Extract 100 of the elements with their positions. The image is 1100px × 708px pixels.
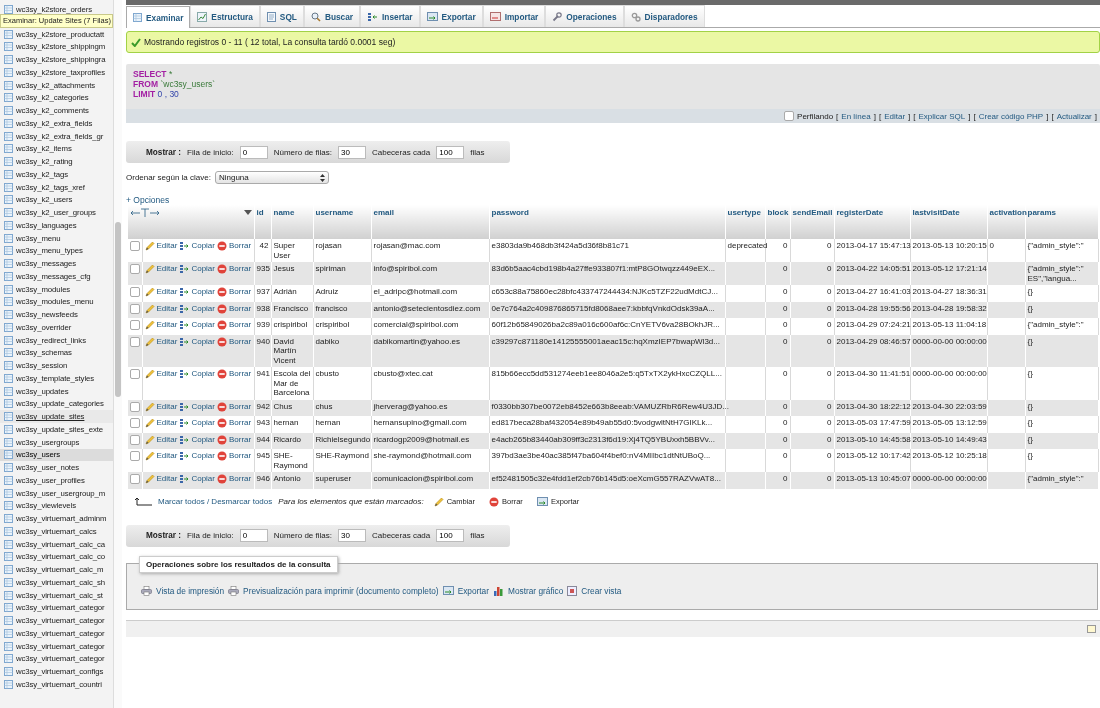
checkbox[interactable] <box>130 474 140 484</box>
checkbox[interactable] <box>130 336 140 347</box>
action-link[interactable]: Borrar <box>217 434 252 445</box>
link[interactable]: Previsualización para imprimir (documento completo) <box>243 585 439 596</box>
bracket-text: [ <box>913 111 916 121</box>
input-field[interactable]: 30 <box>337 529 366 542</box>
tab[interactable]: Operaciones <box>545 5 624 27</box>
sort-select[interactable]: Ninguna <box>214 171 329 184</box>
scrollbar-thumb[interactable] <box>115 222 121 397</box>
action-link[interactable]: Editar <box>144 303 178 314</box>
action-link[interactable]: Editar <box>144 336 178 347</box>
action-link[interactable]: Copiar <box>179 418 215 428</box>
tab[interactable]: Insertar <box>360 5 420 27</box>
link[interactable]: En línea <box>841 111 871 121</box>
action-link[interactable]: Editar <box>144 418 178 428</box>
link[interactable]: Editar <box>884 111 906 121</box>
column-header[interactable]: lastvisitDate <box>910 205 987 239</box>
link[interactable]: Mostrar gráfico <box>508 585 564 596</box>
action-link[interactable]: Copiar <box>179 369 215 379</box>
action-link[interactable]: Editar <box>144 474 178 484</box>
input-field[interactable]: 100 <box>436 145 465 159</box>
checkbox[interactable] <box>130 451 140 461</box>
export-icon <box>536 496 548 507</box>
link[interactable]: Explicar SQL <box>918 111 966 121</box>
tab[interactable]: SQL <box>259 5 304 27</box>
checkbox[interactable] <box>130 418 140 428</box>
action-link[interactable]: Editar <box>144 451 178 461</box>
tab[interactable]: Estructura <box>190 5 260 27</box>
input-field[interactable]: 0 <box>239 529 268 542</box>
bracket-text: ] <box>908 111 911 121</box>
action-link[interactable]: Copiar <box>179 474 215 484</box>
checkbox[interactable] <box>784 111 795 121</box>
action-link[interactable]: Copiar <box>179 320 215 330</box>
input-field[interactable]: 30 <box>337 145 366 159</box>
action-link[interactable]: Copiar <box>179 434 215 445</box>
action-link[interactable]: Editar <box>144 241 178 251</box>
column-header[interactable]: password <box>489 205 725 239</box>
column-header[interactable]: name <box>271 205 313 239</box>
action-link[interactable]: Copiar <box>179 451 215 461</box>
input-field[interactable]: 0 <box>239 145 268 159</box>
action-link[interactable]: Copiar <box>179 264 215 274</box>
action-link[interactable]: Borrar <box>217 287 252 297</box>
scrollbar[interactable] <box>113 0 122 708</box>
column-header[interactable]: usertype <box>725 205 765 239</box>
checkbox[interactable] <box>130 241 140 251</box>
input-field[interactable]: 100 <box>436 529 465 542</box>
tab[interactable]: Buscar <box>303 5 361 27</box>
action-link[interactable]: Borrar <box>217 336 252 347</box>
copy-icon <box>179 434 190 445</box>
tab[interactable]: Importar <box>482 5 546 27</box>
link[interactable]: Crear código PHP <box>978 111 1044 121</box>
link[interactable]: Crear vista <box>581 585 622 596</box>
column-header[interactable]: activation <box>987 205 1025 239</box>
link[interactable]: Marcar todos / Desmarcar todos <box>158 497 273 506</box>
checkbox[interactable] <box>130 264 140 274</box>
action-link[interactable]: Copiar <box>179 401 215 412</box>
action-link[interactable]: Borrar <box>217 418 252 428</box>
tab[interactable]: Exportar <box>419 5 483 27</box>
link[interactable]: Vista de impresión <box>156 585 225 596</box>
action-link[interactable]: Borrar <box>217 401 252 412</box>
action-link[interactable]: Copiar <box>179 303 215 314</box>
action-link[interactable]: Editar <box>144 369 178 379</box>
column-header[interactable]: email <box>371 205 489 239</box>
action-link[interactable]: Borrar <box>217 241 252 251</box>
action-link[interactable]: Editar <box>144 287 178 297</box>
note-icon[interactable] <box>1087 624 1096 633</box>
action-link[interactable]: Editar <box>144 434 178 445</box>
action-link[interactable]: Editar <box>144 401 178 412</box>
column-resize-icon[interactable] <box>130 208 160 217</box>
column-header[interactable]: registerDate <box>834 205 910 239</box>
checkbox[interactable] <box>130 303 140 314</box>
action-link[interactable]: Editar <box>144 264 178 274</box>
action-link[interactable]: Copiar <box>179 241 215 251</box>
table-cell: {"admin_style":" <box>1025 318 1098 335</box>
checkbox[interactable] <box>130 434 140 445</box>
checkbox[interactable] <box>130 287 140 297</box>
table-icon <box>4 322 13 332</box>
action-link[interactable]: Copiar <box>179 287 215 297</box>
tab[interactable]: Examinar <box>126 6 191 28</box>
dropdown-icon[interactable] <box>243 210 252 215</box>
link[interactable]: Exportar <box>457 585 489 596</box>
checkbox[interactable] <box>130 401 140 412</box>
link[interactable]: Actualizar <box>1056 111 1092 121</box>
action-link[interactable]: Editar <box>144 320 178 330</box>
bracket-text: ] <box>873 111 876 121</box>
checkbox[interactable] <box>130 320 140 330</box>
column-header[interactable]: block <box>765 205 790 239</box>
action-link[interactable]: Borrar <box>217 369 252 379</box>
action-link[interactable]: Borrar <box>217 320 252 330</box>
column-header[interactable]: sendEmail <box>790 205 834 239</box>
column-header[interactable]: username <box>313 205 371 239</box>
action-link[interactable]: Borrar <box>217 451 252 461</box>
tab[interactable]: Disparadores <box>623 5 705 27</box>
action-link[interactable]: Copiar <box>179 336 215 347</box>
action-link[interactable]: Borrar <box>217 264 252 274</box>
action-link[interactable]: Borrar <box>217 474 252 484</box>
pencil-icon <box>144 434 155 445</box>
checkbox[interactable] <box>130 369 140 379</box>
link[interactable]: + Opciones <box>126 195 170 205</box>
action-link[interactable]: Borrar <box>217 303 252 314</box>
